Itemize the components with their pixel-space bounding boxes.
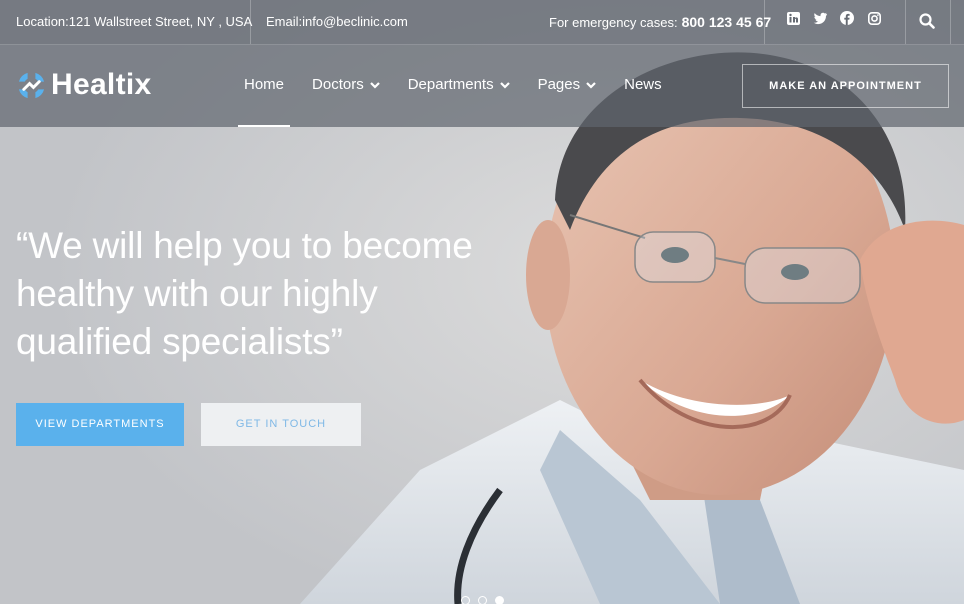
- nav-home[interactable]: Home: [237, 45, 291, 127]
- brand-name: Healtix: [51, 68, 152, 101]
- nav-departments[interactable]: Departments: [408, 45, 510, 127]
- site-logo[interactable]: Healtix: [16, 68, 151, 102]
- headline-line: qualified specialists”: [16, 321, 343, 362]
- slider-pagination: [461, 596, 504, 604]
- search-icon[interactable]: [919, 13, 937, 31]
- emergency-label: For emergency cases:: [549, 15, 678, 30]
- nav-pages[interactable]: Pages: [538, 45, 597, 127]
- divider: [250, 0, 251, 44]
- chevron-down-icon: [369, 45, 380, 125]
- location-text: Location:121 Wallstreet Street, NY , USA: [16, 14, 253, 29]
- chevron-down-icon: [499, 45, 510, 125]
- twitter-icon[interactable]: [813, 11, 827, 25]
- headline-line: “We will help you to become: [16, 225, 473, 266]
- divider: [950, 0, 951, 44]
- hero-headline: “We will help you to become healthy with…: [16, 222, 536, 366]
- instagram-icon[interactable]: [867, 11, 881, 25]
- nav-label: News: [624, 76, 662, 93]
- main-navbar: Healtix Home Doctors Departments Pages N…: [0, 45, 964, 127]
- top-info-bar: Location:121 Wallstreet Street, NY , USA…: [0, 0, 964, 45]
- nav-label: Departments: [407, 76, 494, 93]
- linkedin-icon[interactable]: [786, 11, 800, 25]
- chevron-down-icon: [586, 45, 596, 125]
- slider-dot[interactable]: [478, 596, 487, 604]
- emergency-contact: For emergency cases: 800 123 45 67: [549, 0, 771, 44]
- divider: [905, 0, 906, 44]
- nav-doctors[interactable]: Doctors: [312, 45, 380, 127]
- divider: [764, 0, 765, 44]
- nav-label: Home: [244, 76, 285, 93]
- social-links: [786, 11, 881, 25]
- nav-news[interactable]: News: [624, 45, 662, 127]
- slider-dot-active[interactable]: [495, 596, 504, 604]
- email-link[interactable]: Email:info@beclinic.com: [266, 0, 408, 44]
- emergency-phone[interactable]: 800 123 45 67: [682, 14, 772, 30]
- headline-line: healthy with our highly: [16, 273, 378, 314]
- logo-icon: [18, 72, 45, 98]
- nav-label: Pages: [537, 76, 581, 93]
- facebook-icon[interactable]: [840, 11, 854, 25]
- slider-dot[interactable]: [461, 596, 470, 604]
- primary-nav: Home Doctors Departments Pages News: [237, 45, 690, 127]
- make-appointment-button[interactable]: MAKE AN APPOINTMENT: [742, 64, 949, 108]
- get-in-touch-button[interactable]: GET IN TOUCH: [201, 403, 361, 446]
- view-departments-button[interactable]: VIEW DEPARTMENTS: [16, 403, 184, 446]
- nav-label: Doctors: [312, 76, 364, 93]
